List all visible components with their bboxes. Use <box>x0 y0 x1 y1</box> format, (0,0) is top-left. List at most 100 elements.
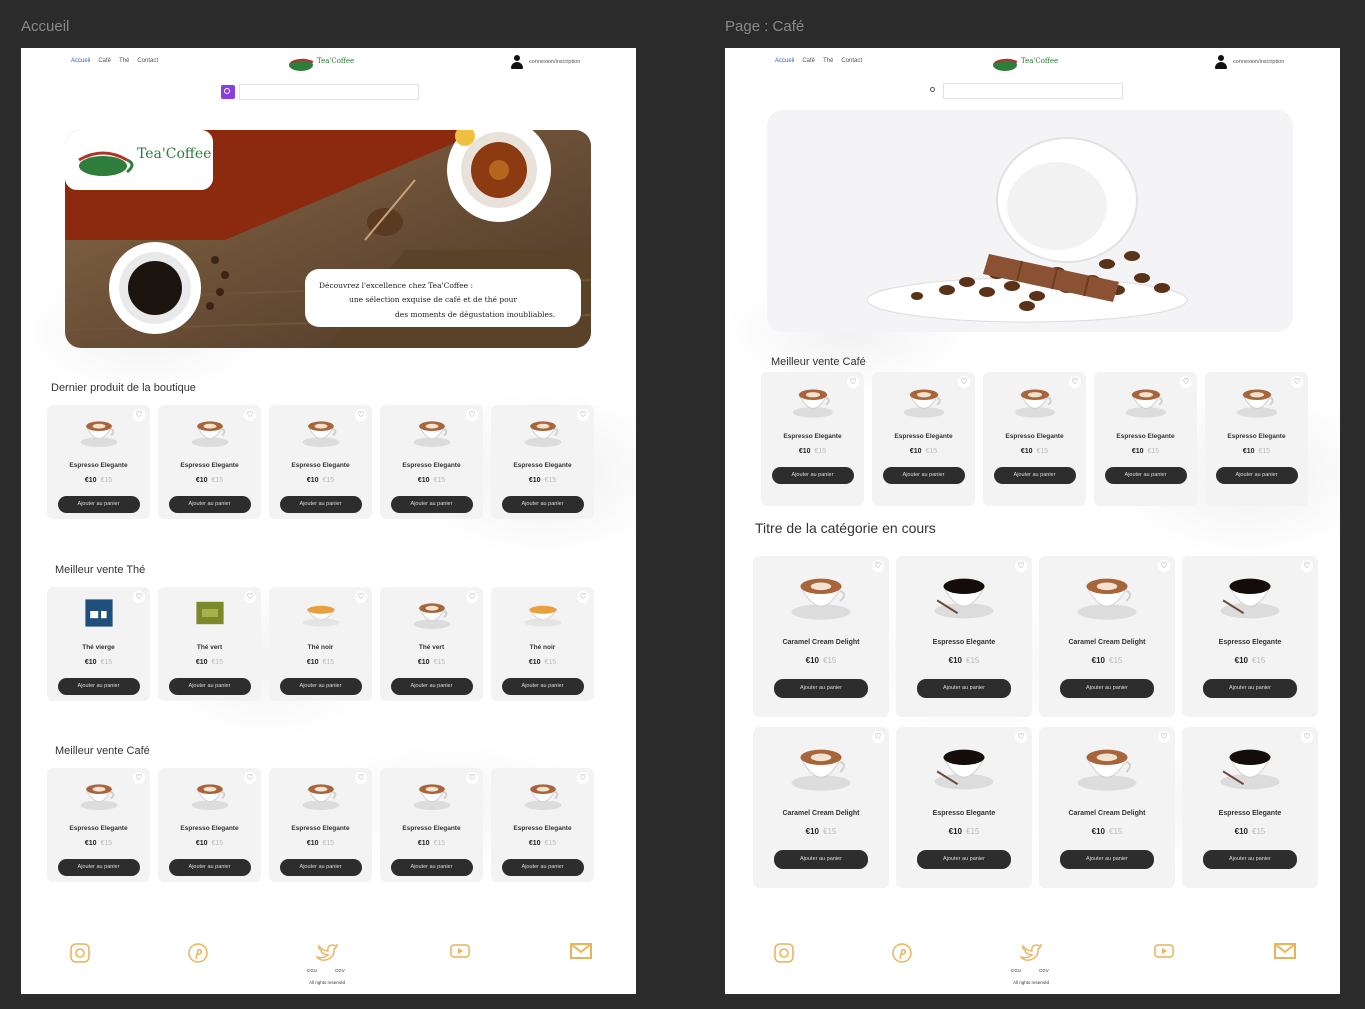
cgu-link[interactable]: CGU <box>1011 968 1021 973</box>
add-to-cart-button[interactable]: Ajouter au panier <box>390 859 473 876</box>
search-input[interactable] <box>943 83 1123 99</box>
search-icon[interactable] <box>929 86 939 96</box>
heart-icon[interactable]: ♡ <box>355 591 367 603</box>
product-card[interactable]: ♡ Espresso Elegante €10 €15 Ajouter au pani… <box>380 768 483 882</box>
heart-icon[interactable]: ♡ <box>133 591 145 603</box>
nav-cafe[interactable]: Café <box>802 58 815 64</box>
product-card[interactable]: ♡ Espresso Elegante €10 €15 Ajouter au pani… <box>269 405 372 519</box>
product-card[interactable]: ♡ Thé vert €10 €15 Ajouter au panier <box>380 587 483 701</box>
add-to-cart-button[interactable]: Ajouter au panier <box>1215 467 1298 484</box>
add-to-cart-button[interactable]: Ajouter au panier <box>57 678 140 695</box>
logo[interactable]: Tea'Coffee <box>285 52 355 74</box>
add-to-cart-button[interactable]: Ajouter au panier <box>1203 850 1297 869</box>
product-image[interactable] <box>1057 733 1157 797</box>
product-image[interactable] <box>402 774 462 814</box>
heart-icon[interactable]: ♡ <box>1158 731 1170 743</box>
heart-icon[interactable]: ♡ <box>872 560 884 572</box>
product-card[interactable]: ♡ Espresso Elegante €10 €15 Ajouter au pani… <box>983 372 1086 506</box>
pinterest-icon[interactable] <box>891 942 913 969</box>
youtube-icon[interactable] <box>1153 942 1175 965</box>
product-image[interactable] <box>1057 562 1157 626</box>
heart-icon[interactable]: ♡ <box>847 376 859 388</box>
product-image[interactable] <box>291 411 351 451</box>
youtube-icon[interactable] <box>449 942 471 965</box>
heart-icon[interactable]: ♡ <box>1015 560 1027 572</box>
product-image[interactable] <box>1116 378 1176 422</box>
product-card[interactable]: ♡ Espresso Elegante €10 €15 Ajouter au pani… <box>896 556 1032 717</box>
twitter-icon[interactable] <box>1019 942 1043 967</box>
product-card[interactable]: ♡ Espresso Elegante €10 €15 Ajouter au pani… <box>47 405 150 519</box>
add-to-cart-button[interactable]: Ajouter au panier <box>993 467 1076 484</box>
heart-icon[interactable]: ♡ <box>466 591 478 603</box>
product-image[interactable] <box>513 593 573 633</box>
cgv-link[interactable]: CGV <box>1039 968 1049 973</box>
product-image[interactable] <box>69 593 129 633</box>
add-to-cart-button[interactable]: Ajouter au panier <box>917 850 1011 869</box>
add-to-cart-button[interactable]: Ajouter au panier <box>168 859 251 876</box>
add-to-cart-button[interactable]: Ajouter au panier <box>390 678 473 695</box>
heart-icon[interactable]: ♡ <box>355 772 367 784</box>
add-to-cart-button[interactable]: Ajouter au panier <box>1203 679 1297 698</box>
heart-icon[interactable]: ♡ <box>1291 376 1303 388</box>
add-to-cart-button[interactable]: Ajouter au panier <box>774 850 868 869</box>
add-to-cart-button[interactable]: Ajouter au panier <box>501 678 584 695</box>
product-image[interactable] <box>402 411 462 451</box>
heart-icon[interactable]: ♡ <box>577 409 589 421</box>
add-to-cart-button[interactable]: Ajouter au panier <box>1060 679 1154 698</box>
add-to-cart-button[interactable]: Ajouter au panier <box>57 496 140 513</box>
product-image[interactable] <box>1227 378 1287 422</box>
product-card[interactable]: ♡ Espresso Elegante €10 €15 Ajouter au pani… <box>1182 556 1318 717</box>
add-to-cart-button[interactable]: Ajouter au panier <box>501 496 584 513</box>
product-image[interactable] <box>513 774 573 814</box>
add-to-cart-button[interactable]: Ajouter au panier <box>57 859 140 876</box>
search-icon[interactable] <box>221 85 235 99</box>
product-image[interactable] <box>180 774 240 814</box>
heart-icon[interactable]: ♡ <box>244 409 256 421</box>
product-card[interactable]: ♡ Espresso Elegante €10 €15 Ajouter au pani… <box>380 405 483 519</box>
product-card[interactable]: ♡ Thé noir €10 €15 Ajouter au panier <box>269 587 372 701</box>
product-card[interactable]: ♡ Espresso Elegante €10 €15 Ajouter au pani… <box>491 405 594 519</box>
product-card[interactable]: ♡ Caramel Cream Delight €10 €15 Ajouter au … <box>753 556 889 717</box>
add-to-cart-button[interactable]: Ajouter au panier <box>168 496 251 513</box>
product-card[interactable]: ♡ Espresso Elegante €10 €15 Ajouter au pani… <box>896 727 1032 888</box>
add-to-cart-button[interactable]: Ajouter au panier <box>279 859 362 876</box>
account-link[interactable]: connexion/inscription <box>511 55 580 69</box>
product-card[interactable]: ♡ Thé vierge €10 €15 Ajouter au panier <box>47 587 150 701</box>
nav-cafe[interactable]: Café <box>98 58 111 64</box>
heart-icon[interactable]: ♡ <box>1301 731 1313 743</box>
product-card[interactable]: ♡ Espresso Elegante €10 €15 Ajouter au pani… <box>1182 727 1318 888</box>
add-to-cart-button[interactable]: Ajouter au panier <box>1060 850 1154 869</box>
heart-icon[interactable]: ♡ <box>244 772 256 784</box>
search-input[interactable] <box>239 84 419 100</box>
twitter-icon[interactable] <box>315 942 339 967</box>
product-image[interactable] <box>1200 562 1300 626</box>
heart-icon[interactable]: ♡ <box>133 772 145 784</box>
product-image[interactable] <box>69 411 129 451</box>
product-image[interactable] <box>914 562 1014 626</box>
product-image[interactable] <box>180 411 240 451</box>
product-card[interactable]: ♡ Thé vert €10 €15 Ajouter au panier <box>158 587 261 701</box>
product-image[interactable] <box>894 378 954 422</box>
product-image[interactable] <box>69 774 129 814</box>
nav-the[interactable]: Thé <box>823 58 833 64</box>
heart-icon[interactable]: ♡ <box>577 591 589 603</box>
nav-accueil[interactable]: Accueil <box>71 58 90 64</box>
product-card[interactable]: ♡ Espresso Elegante €10 €15 Ajouter au pani… <box>872 372 975 506</box>
heart-icon[interactable]: ♡ <box>1301 560 1313 572</box>
product-card[interactable]: ♡ Espresso Elegante €10 €15 Ajouter au pani… <box>47 768 150 882</box>
nav-the[interactable]: Thé <box>119 58 129 64</box>
product-image[interactable] <box>291 593 351 633</box>
heart-icon[interactable]: ♡ <box>355 409 367 421</box>
product-image[interactable] <box>1005 378 1065 422</box>
product-card[interactable]: ♡ Espresso Elegante €10 €15 Ajouter au pani… <box>1094 372 1197 506</box>
product-image[interactable] <box>291 774 351 814</box>
product-image[interactable] <box>180 593 240 633</box>
add-to-cart-button[interactable]: Ajouter au panier <box>771 467 854 484</box>
product-card[interactable]: ♡ Caramel Cream Delight €10 €15 Ajouter au … <box>753 727 889 888</box>
heart-icon[interactable]: ♡ <box>1069 376 1081 388</box>
product-card[interactable]: ♡ Caramel Cream Delight €10 €15 Ajouter au … <box>1039 727 1175 888</box>
instagram-icon[interactable] <box>773 942 795 969</box>
nav-contact[interactable]: Contact <box>841 58 862 64</box>
mail-icon[interactable] <box>1273 942 1297 965</box>
product-image[interactable] <box>783 378 843 422</box>
